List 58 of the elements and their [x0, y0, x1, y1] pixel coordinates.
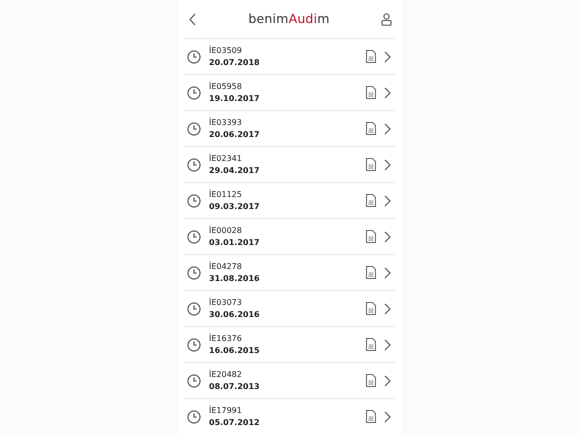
chevron-button[interactable]	[384, 266, 391, 278]
document-button[interactable]	[366, 374, 376, 387]
record-number: İE04278	[209, 262, 243, 272]
chevron-button[interactable]	[384, 302, 391, 314]
record-number: İE17991	[209, 406, 243, 416]
record-date: 29.04.2017	[209, 166, 261, 176]
chevron-button[interactable]	[384, 194, 391, 206]
document-button[interactable]	[366, 158, 376, 171]
record-date: 31.08.2016	[209, 274, 261, 284]
record-date: 20.06.2017	[209, 130, 261, 140]
back-button[interactable]	[188, 12, 197, 26]
clock-icon	[187, 374, 201, 388]
record-date: 19.10.2017	[209, 94, 261, 104]
clock-icon	[187, 122, 201, 136]
document-button[interactable]	[366, 194, 376, 207]
clock-icon	[187, 194, 201, 208]
profile-button[interactable]	[381, 12, 392, 26]
record-number: İE05958	[209, 82, 243, 92]
clock-icon	[187, 86, 201, 100]
record-date: 08.07.2013	[209, 382, 261, 392]
clock-icon	[187, 302, 201, 316]
clock-icon	[187, 230, 201, 244]
chevron-button[interactable]	[384, 122, 391, 134]
clock-icon	[187, 338, 201, 352]
record-number: İE01125	[209, 190, 243, 200]
document-button[interactable]	[366, 86, 376, 99]
record-number: İE03509	[209, 46, 243, 56]
document-button[interactable]	[366, 122, 376, 135]
logo: benimAudim	[248, 10, 330, 28]
document-button[interactable]	[366, 266, 376, 279]
record-date: 20.07.2018	[209, 58, 261, 68]
document-button[interactable]	[366, 50, 376, 63]
clock-icon	[187, 158, 201, 172]
document-button[interactable]	[366, 302, 376, 315]
clock-icon	[187, 266, 201, 280]
chevron-button[interactable]	[384, 86, 391, 98]
chevron-button[interactable]	[384, 50, 391, 62]
chevron-button[interactable]	[384, 374, 391, 386]
document-button[interactable]	[366, 338, 376, 351]
record-number: İE20482	[209, 370, 243, 380]
record-number: İE03073	[209, 298, 243, 308]
record-date: 16.06.2015	[209, 346, 261, 356]
record-date: 05.07.2012	[209, 418, 261, 428]
record-number: İE16376	[209, 334, 243, 344]
document-button[interactable]	[366, 410, 376, 423]
chevron-button[interactable]	[384, 230, 391, 242]
record-number: İE03393	[209, 118, 243, 128]
record-date: 30.06.2016	[209, 310, 261, 320]
chevron-button[interactable]	[384, 410, 391, 422]
record-date: 09.03.2017	[209, 202, 261, 212]
record-number: İE00028	[209, 226, 243, 236]
document-button[interactable]	[366, 230, 376, 243]
clock-icon	[187, 410, 201, 424]
chevron-button[interactable]	[384, 158, 391, 170]
chevron-button[interactable]	[384, 338, 391, 350]
record-number: İE02341	[209, 154, 243, 164]
record-date: 03.01.2017	[209, 238, 261, 248]
clock-icon	[187, 50, 201, 64]
